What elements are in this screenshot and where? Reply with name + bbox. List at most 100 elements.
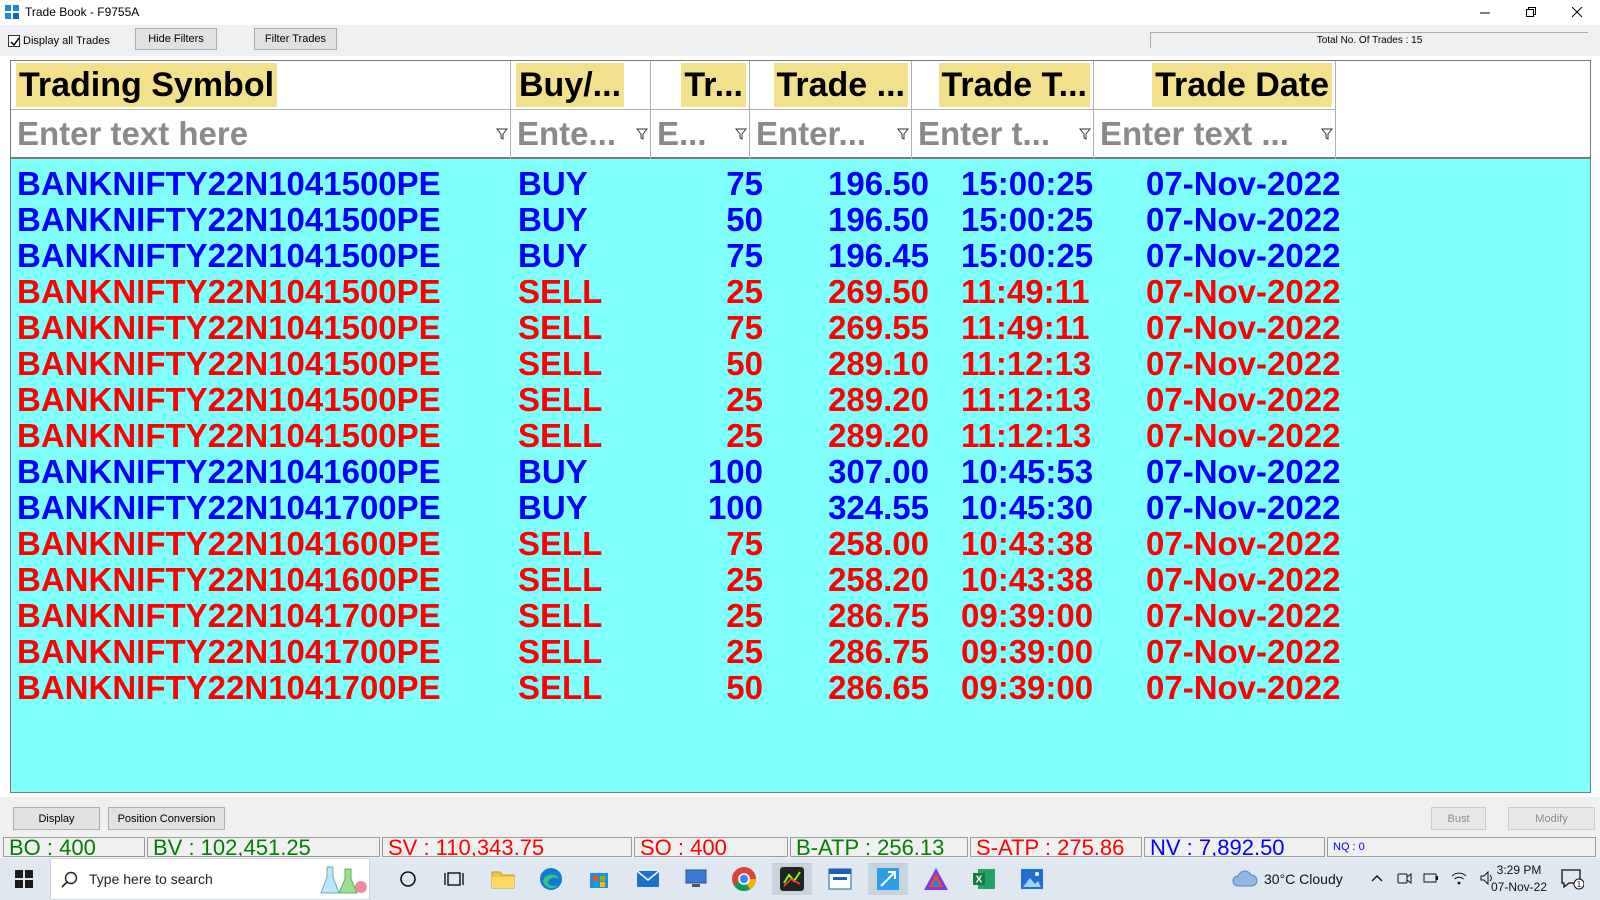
filter-icon[interactable]: [496, 128, 508, 140]
trade-row[interactable]: BANKNIFTY22N1041500PE SELL 25 289.20 11:12:1…: [11, 382, 1371, 418]
trade-row[interactable]: BANKNIFTY22N1041700PE BUY 100 324.55 10:45:3…: [11, 490, 1371, 526]
buy-sell-cell: SELL: [518, 597, 603, 634]
trade-date-cell: 07-Nov-2022: [1146, 453, 1341, 490]
trading-symbol-cell: BANKNIFTY22N1041500PE: [17, 309, 441, 346]
buy-sell-cell: SELL: [518, 633, 603, 670]
filter-trade-date[interactable]: Enter text ...: [1094, 110, 1336, 159]
column-header-trade-price[interactable]: Trade ...: [750, 61, 912, 110]
restore-button[interactable]: [1508, 0, 1554, 25]
mail-app[interactable]: [628, 863, 668, 895]
trade-grid: Trading Symbol Buy/... Tr... Trade ... T…: [10, 60, 1591, 793]
display-all-trades-label: Display all Trades: [23, 35, 110, 47]
trade-row[interactable]: BANKNIFTY22N1041500PE SELL 25 289.20 11:12:1…: [11, 418, 1371, 454]
bust-button[interactable]: Bust: [1431, 807, 1486, 830]
task-view-button[interactable]: [434, 863, 474, 895]
trade-row[interactable]: BANKNIFTY22N1041600PE SELL 25 258.20 10:43:3…: [11, 562, 1371, 598]
filter-input[interactable]: Enter t...: [918, 114, 1051, 154]
filter-trade-price[interactable]: Enter...: [750, 110, 912, 159]
system-clock[interactable]: 3:29 PM 07-Nov-22: [1484, 862, 1554, 896]
trade-price-cell: 286.75: [828, 633, 929, 670]
file-explorer-app[interactable]: [483, 863, 523, 895]
wifi-icon[interactable]: [1451, 870, 1467, 886]
trade-row[interactable]: BANKNIFTY22N1041500PE BUY 50 196.50 15:00:25…: [11, 202, 1371, 238]
filter-trading-symbol[interactable]: Enter text here: [11, 110, 511, 159]
start-button[interactable]: [0, 858, 48, 900]
trade-qty-cell: 25: [726, 561, 763, 598]
filter-icon[interactable]: [1321, 128, 1333, 140]
filter-trades-button[interactable]: Filter Trades: [254, 28, 337, 50]
filter-icon[interactable]: [636, 128, 648, 140]
hide-filters-button[interactable]: Hide Filters: [135, 28, 217, 50]
trade-row[interactable]: BANKNIFTY22N1041600PE SELL 75 258.00 10:43:3…: [11, 526, 1371, 562]
filter-input[interactable]: Enter...: [756, 114, 867, 154]
trade-price-cell: 196.45: [828, 237, 929, 274]
filter-input[interactable]: E...: [657, 114, 707, 154]
weather-widget[interactable]: 30°C Cloudy: [1232, 870, 1343, 888]
trade-row[interactable]: BANKNIFTY22N1041600PE BUY 100 307.00 10:45:5…: [11, 454, 1371, 490]
trade-price-cell: 289.20: [828, 381, 929, 418]
terminal-window-app[interactable]: [820, 863, 860, 895]
column-header-trade-date[interactable]: Trade Date: [1094, 61, 1336, 110]
filter-icon[interactable]: [1079, 128, 1091, 140]
trade-price-cell: 196.50: [828, 165, 929, 202]
taskbar: Type here to search X 30°C Cloudy 3:29 P…: [0, 858, 1600, 900]
filter-icon[interactable]: [735, 128, 747, 140]
trade-time-cell: 09:39:00: [961, 597, 1094, 634]
checkbox-box[interactable]: [8, 35, 20, 47]
excel-app[interactable]: X: [964, 863, 1004, 895]
battery-plug-icon[interactable]: [1423, 870, 1439, 886]
filter-input[interactable]: Enter text here: [17, 114, 249, 154]
trade-time-cell: 11:49:11: [961, 309, 1090, 346]
trade-time-cell: 11:12:13: [961, 345, 1092, 382]
filter-input[interactable]: Ente...: [517, 114, 617, 154]
trading-terminal-app[interactable]: [772, 863, 812, 895]
meet-now-icon[interactable]: [1396, 870, 1412, 886]
chevron-up-icon[interactable]: [1370, 871, 1384, 885]
triangle-app[interactable]: [916, 863, 956, 895]
task-view-icon[interactable]: [388, 863, 428, 895]
trade-qty-cell: 50: [726, 669, 763, 706]
edge-icon: [540, 868, 562, 890]
buy-sell-cell: BUY: [518, 489, 588, 526]
buy-sell-cell: SELL: [518, 345, 603, 382]
minimize-button[interactable]: [1462, 0, 1508, 25]
modify-button[interactable]: Modify: [1508, 807, 1595, 830]
resize-tool-app[interactable]: [868, 863, 908, 895]
status-bar: BO : 400 BV : 102,451.25 SV : 110,343.75…: [0, 835, 1600, 858]
trade-row[interactable]: BANKNIFTY22N1041700PE SELL 50 286.65 09:39:0…: [11, 670, 1371, 706]
notification-center-button[interactable]: 1: [1560, 868, 1585, 895]
store-app[interactable]: [579, 863, 619, 895]
trade-row[interactable]: BANKNIFTY22N1041500PE BUY 75 196.50 15:00:25…: [11, 166, 1371, 202]
close-button[interactable]: [1554, 0, 1600, 25]
trade-price-cell: 258.20: [828, 561, 929, 598]
filter-input[interactable]: Enter text ...: [1100, 114, 1289, 154]
filter-icon[interactable]: [897, 128, 909, 140]
position-conversion-button[interactable]: Position Conversion: [108, 807, 225, 830]
display-button[interactable]: Display: [13, 807, 100, 830]
trade-date-cell: 07-Nov-2022: [1146, 561, 1341, 598]
trade-date-cell: 07-Nov-2022: [1146, 345, 1341, 382]
trade-row[interactable]: BANKNIFTY22N1041500PE BUY 75 196.45 15:00:25…: [11, 238, 1371, 274]
filter-trade-time[interactable]: Enter t...: [912, 110, 1094, 159]
filter-buy-sell[interactable]: Ente...: [511, 110, 651, 159]
filter-trade-qty[interactable]: E...: [651, 110, 750, 159]
photos-icon: [1021, 869, 1043, 889]
trade-row[interactable]: BANKNIFTY22N1041700PE SELL 25 286.75 09:39:0…: [11, 634, 1371, 670]
column-header-trade-time[interactable]: Trade T...: [912, 61, 1094, 110]
column-header-trading-symbol[interactable]: Trading Symbol: [11, 61, 511, 110]
trade-time-cell: 10:45:30: [961, 489, 1094, 526]
column-header-buy-sell[interactable]: Buy/...: [511, 61, 651, 110]
taskbar-search-box[interactable]: Type here to search: [50, 858, 370, 900]
chrome-app[interactable]: [724, 863, 764, 895]
trading-symbol-cell: BANKNIFTY22N1041600PE: [17, 525, 441, 562]
trade-row[interactable]: BANKNIFTY22N1041500PE SELL 50 289.10 11:12:1…: [11, 346, 1371, 382]
status-net-value: NV : 7,892.50: [1144, 837, 1325, 857]
photos-app[interactable]: [1012, 863, 1052, 895]
trade-row[interactable]: BANKNIFTY22N1041500PE SELL 75 269.55 11:49:1…: [11, 310, 1371, 346]
edge-browser-app[interactable]: [531, 863, 571, 895]
trade-row[interactable]: BANKNIFTY22N1041700PE SELL 25 286.75 09:39:0…: [11, 598, 1371, 634]
display-all-trades-checkbox[interactable]: Display all Trades: [8, 35, 110, 47]
column-header-trade-qty[interactable]: Tr...: [651, 61, 750, 110]
pc-app[interactable]: [676, 863, 716, 895]
trade-row[interactable]: BANKNIFTY22N1041500PE SELL 25 269.50 11:49:1…: [11, 274, 1371, 310]
